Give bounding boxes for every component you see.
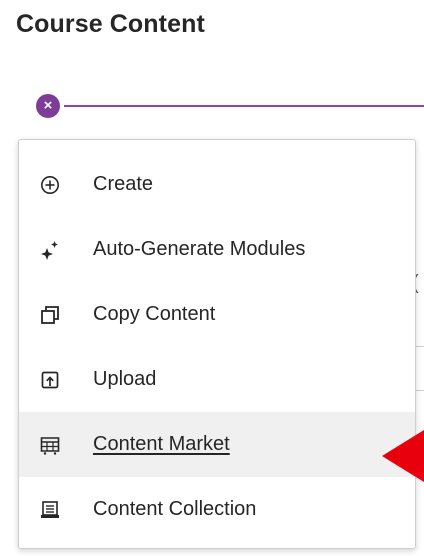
sparkle-icon	[37, 237, 63, 263]
collection-icon	[37, 497, 63, 523]
menu-item-copy-content[interactable]: Copy Content	[19, 282, 415, 347]
copy-icon	[37, 302, 63, 328]
plus-circle-icon	[37, 172, 63, 198]
annotation-arrow	[382, 430, 424, 482]
menu-item-label: Upload	[93, 368, 157, 390]
menu-item-label: Content Market	[93, 433, 230, 455]
page-title: Course Content	[16, 10, 205, 38]
menu-item-auto-generate-modules[interactable]: Auto-Generate Modules	[19, 217, 415, 282]
add-content-divider: ×	[36, 92, 424, 120]
menu-item-label: Content Collection	[93, 498, 257, 520]
menu-item-create[interactable]: Create	[19, 152, 415, 217]
menu-item-label: Copy Content	[93, 303, 216, 325]
menu-item-content-market[interactable]: Content Market	[19, 412, 415, 477]
divider-line	[64, 105, 424, 107]
market-icon	[37, 432, 63, 458]
add-content-menu: Create Auto-Generate Modules Copy Conten…	[18, 139, 416, 549]
background-divider	[416, 346, 424, 347]
background-divider	[416, 390, 424, 391]
page: Course Content × ( Create	[0, 0, 424, 556]
menu-item-label: Create	[93, 173, 154, 195]
menu-item-content-collection[interactable]: Content Collection	[19, 477, 415, 542]
menu-item-upload[interactable]: Upload	[19, 347, 415, 412]
close-icon[interactable]: ×	[36, 94, 60, 118]
menu-item-label: Auto-Generate Modules	[93, 238, 306, 260]
upload-icon	[37, 367, 63, 393]
